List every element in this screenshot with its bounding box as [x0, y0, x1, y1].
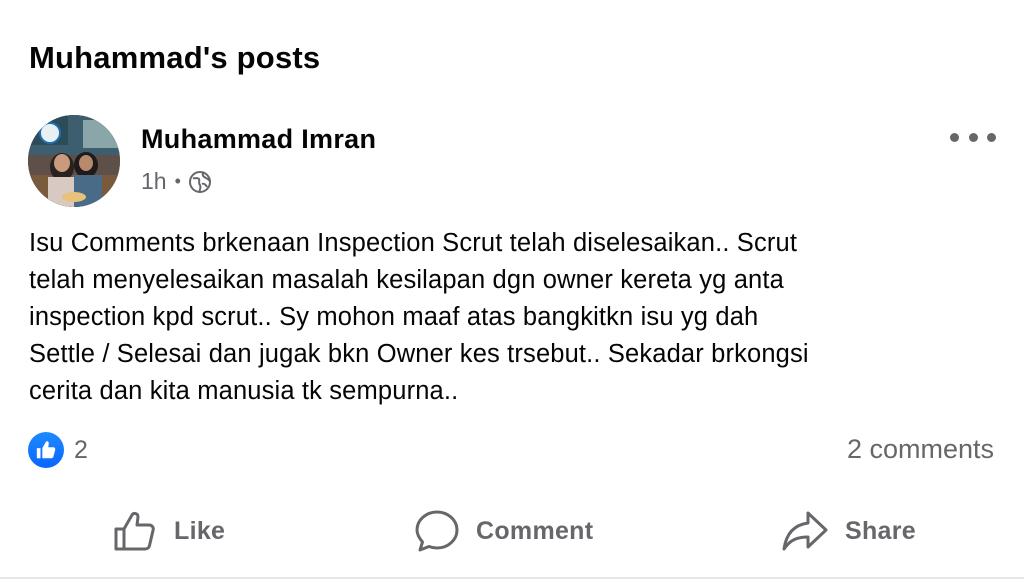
post-text-line: inspection kpd scrut.. Sy mohon maaf ata… [29, 303, 759, 331]
post-meta: 1h • [141, 168, 212, 195]
share-label: Share [845, 516, 916, 545]
post-text: Isu Comments brkenaan Inspection Scrut t… [29, 225, 1009, 410]
reaction-count: 2 [74, 435, 88, 464]
like-icon [112, 508, 158, 554]
comments-count[interactable]: 2 comments [847, 434, 994, 465]
more-options-icon[interactable] [950, 124, 996, 150]
globe-icon[interactable] [188, 170, 212, 194]
post-text-line: Settle / Selesai dan jugak bkn Owner kes… [29, 340, 809, 368]
post-time[interactable]: 1h [141, 168, 167, 195]
reactions-summary[interactable]: 2 [28, 432, 88, 468]
comment-icon [414, 508, 460, 554]
post-text-line: cerita dan kita manusia tk sempurna.. [29, 377, 459, 405]
like-label: Like [174, 516, 226, 545]
like-button[interactable]: Like [112, 505, 225, 557]
comment-button[interactable]: Comment [414, 505, 593, 557]
avatar[interactable] [28, 115, 120, 207]
like-reaction-icon [28, 432, 64, 468]
comment-label: Comment [476, 516, 594, 545]
share-icon [781, 508, 829, 554]
meta-separator: • [174, 171, 181, 191]
post-text-line: Isu Comments brkenaan Inspection Scrut t… [29, 229, 798, 257]
post-text-line: telah menyelesaikan masalah kesilapan dg… [29, 266, 784, 294]
post-card: Muhammad Imran 1h • Isu Comments brkenaa… [0, 0, 1024, 579]
avatar-photo [28, 115, 120, 207]
share-button[interactable]: Share [781, 505, 916, 557]
author-name[interactable]: Muhammad Imran [141, 124, 376, 155]
